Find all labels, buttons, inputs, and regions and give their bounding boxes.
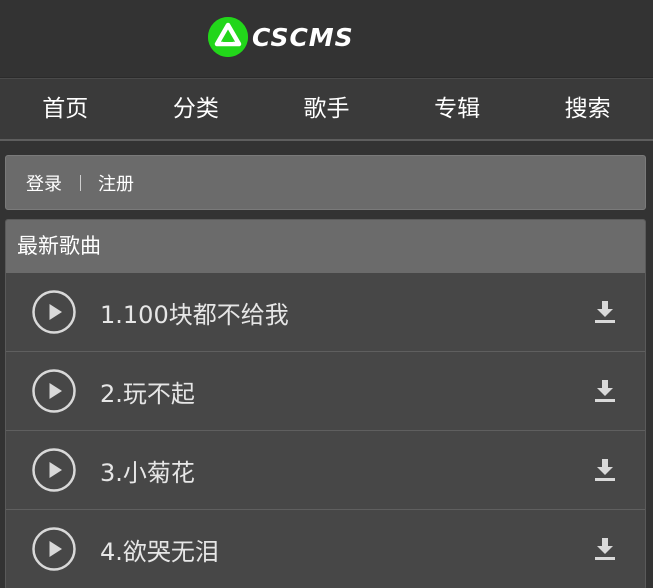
- song-title[interactable]: 1.100块都不给我: [100, 295, 289, 330]
- latest-songs-panel: 最新歌曲 1.100块都不给我 2.玩不起 3.小菊花 4.欲哭无泪: [5, 219, 646, 588]
- download-icon[interactable]: [593, 300, 617, 324]
- register-link[interactable]: 注册: [98, 170, 134, 196]
- song-item[interactable]: 4.欲哭无泪: [6, 510, 645, 588]
- download-icon[interactable]: [593, 458, 617, 482]
- song-title[interactable]: 2.玩不起: [100, 374, 195, 409]
- account-bar: 登录 注册: [5, 155, 646, 210]
- song-title[interactable]: 3.小菊花: [100, 453, 195, 488]
- play-circle-icon[interactable]: [32, 290, 76, 334]
- logo-icon: [208, 17, 248, 57]
- download-icon[interactable]: [593, 379, 617, 403]
- nav-item-search[interactable]: 搜索: [522, 79, 653, 139]
- account-divider: [80, 174, 81, 191]
- nav-item-singers[interactable]: 歌手: [261, 79, 392, 139]
- song-item[interactable]: 1.100块都不给我: [6, 273, 645, 352]
- logo-text: CSCMS: [252, 22, 354, 52]
- nav-item-categories[interactable]: 分类: [131, 79, 262, 139]
- main-nav: 首页 分类 歌手 专辑 搜索: [0, 78, 653, 141]
- download-icon[interactable]: [593, 537, 617, 561]
- site-header: CSCMS: [0, 0, 653, 78]
- login-link[interactable]: 登录: [26, 170, 62, 196]
- song-title[interactable]: 4.欲哭无泪: [100, 532, 219, 567]
- play-circle-icon[interactable]: [32, 369, 76, 413]
- nav-item-home[interactable]: 首页: [0, 79, 131, 139]
- play-circle-icon[interactable]: [32, 527, 76, 571]
- play-circle-icon[interactable]: [32, 448, 76, 492]
- site-logo[interactable]: CSCMS: [208, 17, 354, 57]
- nav-item-albums[interactable]: 专辑: [392, 79, 523, 139]
- song-item[interactable]: 3.小菊花: [6, 431, 645, 510]
- panel-title: 最新歌曲: [6, 220, 645, 273]
- song-item[interactable]: 2.玩不起: [6, 352, 645, 431]
